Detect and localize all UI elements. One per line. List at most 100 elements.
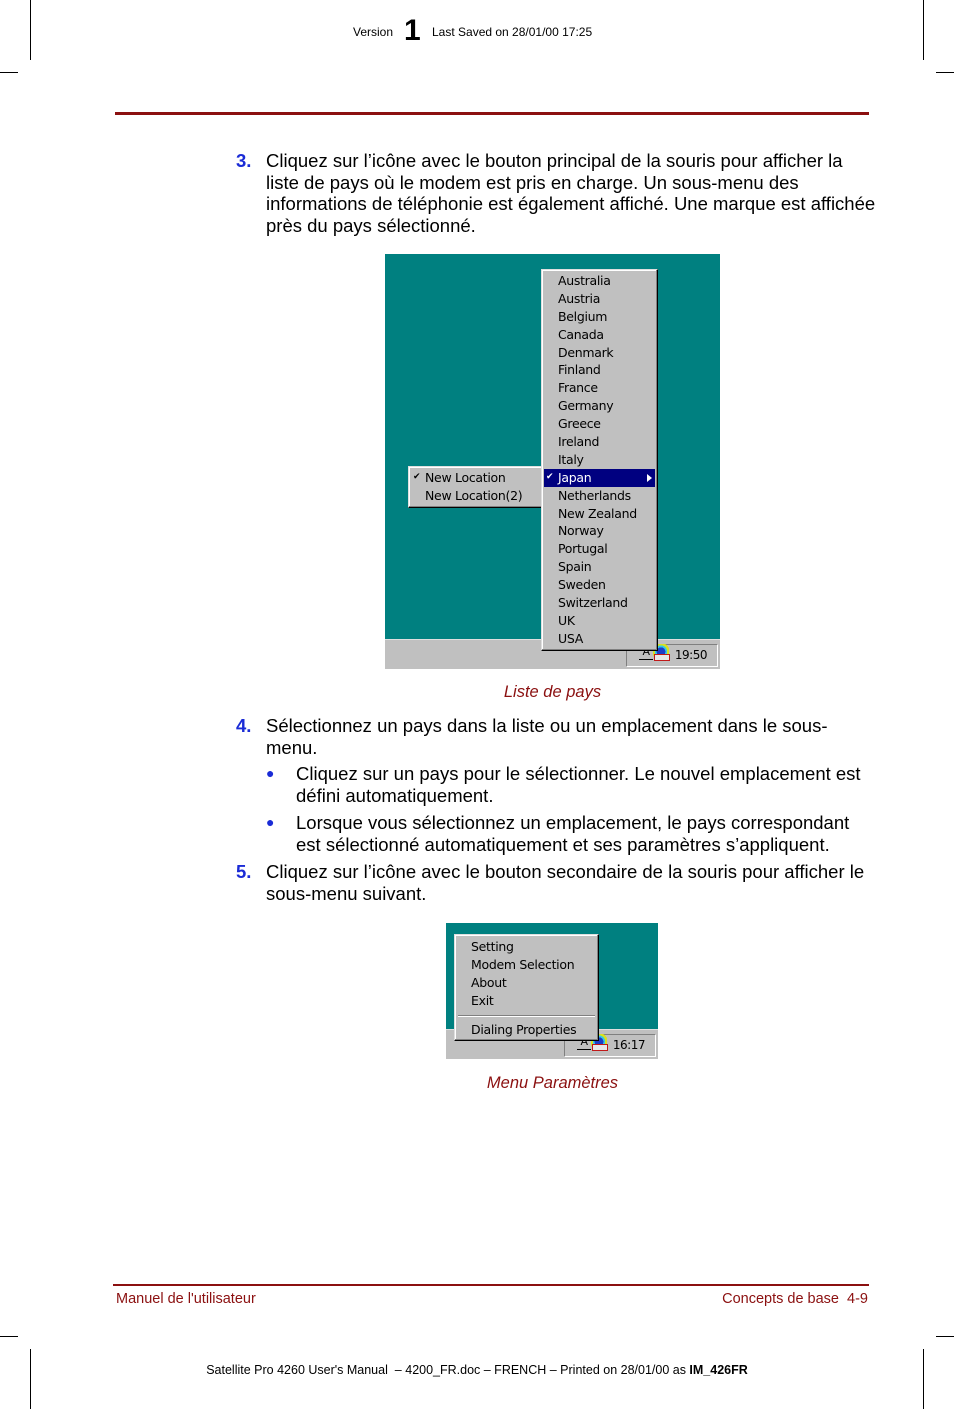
tray-clock: 16:17 <box>612 1038 646 1052</box>
country-label: Netherlands <box>558 487 631 503</box>
print-id: IM_426FR <box>689 1363 748 1377</box>
bullet-item: ● Cliquez sur un pays pour le sélectionn… <box>266 763 876 806</box>
country-item[interactable]: Norway <box>542 522 657 540</box>
crop-mark <box>0 1336 18 1337</box>
country-label: Japan <box>558 469 592 485</box>
country-menu: Australia Austria Belgium Canada Denmark Finl… <box>541 269 658 651</box>
menu-separator <box>458 1014 595 1017</box>
step-5: 5. Cliquez sur l’icône avec le bouton se… <box>236 861 876 904</box>
check-icon: ✔ <box>546 471 554 482</box>
country-label: USA <box>558 630 583 646</box>
country-item[interactable]: Portugal <box>542 540 657 558</box>
bullet-icon: ● <box>266 765 275 781</box>
country-item[interactable]: Greece <box>542 415 657 433</box>
step-number: 4. <box>236 715 252 736</box>
country-item[interactable]: USA <box>542 630 657 648</box>
bullet-item: ● Lorsque vous sélectionnez un emplaceme… <box>266 812 876 855</box>
country-item[interactable]: Sweden <box>542 576 657 594</box>
country-label: Australia <box>558 273 611 288</box>
location-label: New Location(2) <box>425 487 523 503</box>
step-text: Sélectionnez un pays dans la liste ou un… <box>266 715 828 758</box>
version-label: Version <box>353 25 394 39</box>
country-item[interactable]: Austria <box>542 290 657 308</box>
menu-item-dialing-properties[interactable]: Dialing Properties <box>455 1021 598 1039</box>
location-item[interactable]: New Location(2) <box>409 487 544 505</box>
crop-mark <box>30 0 31 60</box>
country-item[interactable]: Switzerland <box>542 594 657 612</box>
menu-item-setting[interactable]: Setting <box>455 938 598 956</box>
crop-mark <box>936 72 954 73</box>
country-label: Greece <box>558 416 601 432</box>
country-label: Canada <box>558 326 604 342</box>
country-label: Ireland <box>558 434 600 450</box>
country-item[interactable]: Finland <box>542 361 657 379</box>
country-label: Spain <box>558 559 592 575</box>
country-item[interactable]: Denmark <box>542 344 657 362</box>
country-label: Switzerland <box>558 595 628 611</box>
menu-item-about[interactable]: About <box>455 974 598 992</box>
tray-clock: 19:50 <box>674 648 708 662</box>
last-saved: Last Saved on 28/01/00 17:25 <box>432 25 593 39</box>
check-icon: ✔ <box>413 472 421 482</box>
crop-mark <box>923 0 924 60</box>
country-item[interactable]: Germany <box>542 397 657 415</box>
step-number: 5. <box>236 861 252 882</box>
menu-item-label: Setting <box>471 939 514 954</box>
location-label: New Location <box>425 470 506 485</box>
bullet-text: Cliquez sur un pays pour le sélectionner… <box>296 763 861 806</box>
country-item[interactable]: Netherlands <box>542 487 657 505</box>
version-number: 1 <box>404 14 421 47</box>
print-info: Satellite Pro 4260 User's Manual – 4200_… <box>0 1363 954 1377</box>
country-item[interactable]: Spain <box>542 558 657 576</box>
country-label: Denmark <box>558 344 614 360</box>
crop-mark <box>0 72 18 73</box>
country-label: Germany <box>558 398 614 414</box>
menu-item-label: Exit <box>471 992 494 1008</box>
country-label: Norway <box>558 523 604 539</box>
country-label: Sweden <box>558 577 606 593</box>
menu-item-modem-selection[interactable]: Modem Selection <box>455 956 598 974</box>
country-item[interactable]: Belgium <box>542 308 657 326</box>
figure-caption: Liste de pays <box>503 683 602 701</box>
submenu-arrow-icon <box>647 473 652 482</box>
step-text: Cliquez sur l’icône avec le bouton secon… <box>266 861 865 904</box>
country-item[interactable]: UK <box>542 612 657 630</box>
crop-mark <box>30 1349 31 1409</box>
country-item[interactable]: France <box>542 379 657 397</box>
figure-caption: Menu Paramètres <box>486 1074 619 1092</box>
step-text: Cliquez sur l’icône avec le bouton princ… <box>266 150 876 236</box>
step-3: 3. Cliquez sur l’icône avec le bouton pr… <box>236 150 876 236</box>
country-label: Portugal <box>558 541 608 557</box>
country-label: France <box>558 380 598 396</box>
country-item[interactable]: New Zealand <box>542 505 657 523</box>
crop-mark <box>936 1336 954 1337</box>
settings-menu-screenshot: A 16:17 Setting Modem Selection About Ex… <box>446 923 658 1059</box>
bullet-text: Lorsque vous sélectionnez un emplacement… <box>296 812 850 855</box>
country-item[interactable]: Ireland <box>542 433 657 451</box>
location-submenu: ✔ New Location New Location(2) <box>408 466 545 508</box>
settings-menu: Setting Modem Selection About Exit Diali… <box>454 934 599 1042</box>
country-item[interactable]: ✔ Japan <box>544 468 655 487</box>
country-label: Austria <box>558 290 601 306</box>
country-item[interactable]: Australia <box>542 272 657 290</box>
menu-item-label: Modem Selection <box>471 956 575 972</box>
menu-item-label: Dialing Properties <box>471 1021 577 1037</box>
country-label: Finland <box>558 362 601 378</box>
country-label: Belgium <box>558 308 608 324</box>
footer-rule <box>113 1284 869 1286</box>
step-4: 4. Sélectionnez un pays dans la liste ou… <box>236 715 876 758</box>
print-info-text: Satellite Pro 4260 User's Manual – 4200_… <box>206 1363 690 1377</box>
menu-item-exit[interactable]: Exit <box>455 992 598 1010</box>
footer-manual-title: Manuel de l'utilisateur <box>116 1291 256 1307</box>
country-list-screenshot: A 19:50 ✔ New Location New Location(2) A… <box>385 254 720 669</box>
step-number: 3. <box>236 150 252 171</box>
country-label: UK <box>558 612 575 628</box>
location-item[interactable]: ✔ New Location <box>409 469 544 487</box>
footer-page-number: Concepts de base 4-9 <box>722 1291 868 1307</box>
menu-item-label: About <box>471 974 507 990</box>
country-label: New Zealand <box>558 505 637 521</box>
country-label: Italy <box>558 451 584 467</box>
header-rule <box>115 112 869 115</box>
country-item[interactable]: Canada <box>542 326 657 344</box>
country-item[interactable]: Italy <box>542 451 657 469</box>
